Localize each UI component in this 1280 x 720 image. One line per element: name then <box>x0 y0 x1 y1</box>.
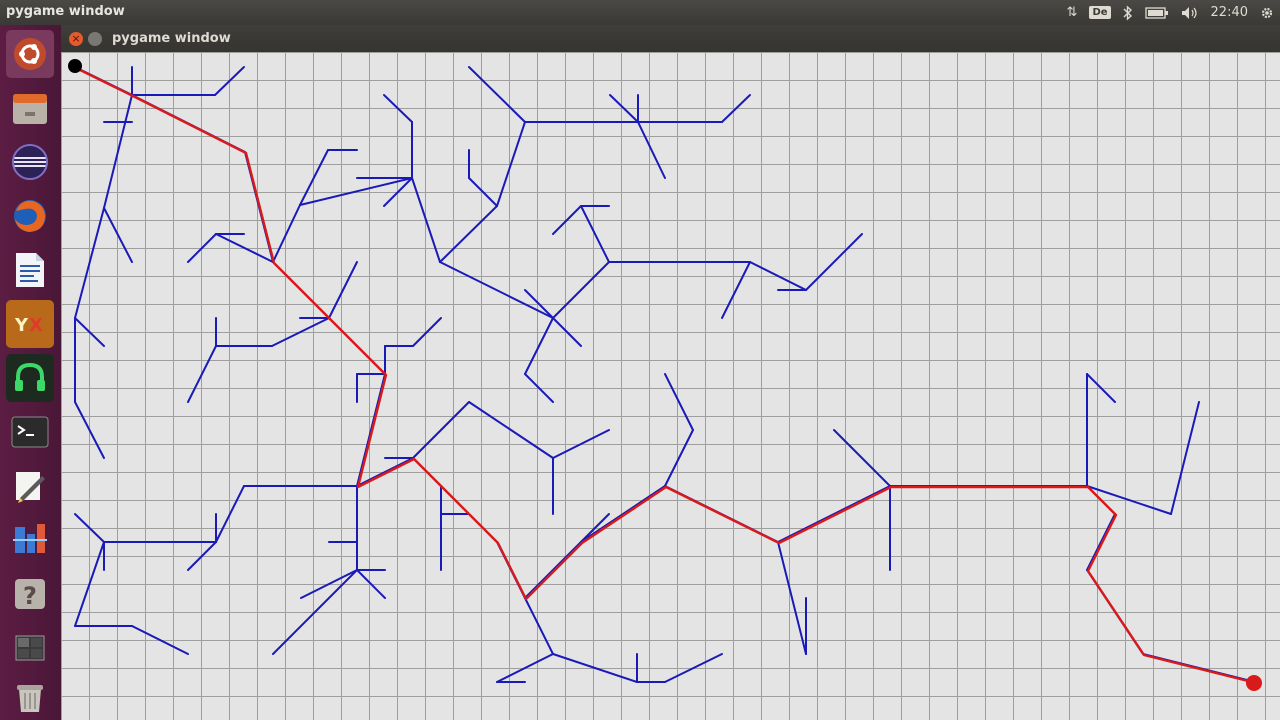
gear-icon[interactable] <box>1260 0 1274 25</box>
svg-text:Y: Y <box>14 315 29 336</box>
tree-edge <box>721 261 751 319</box>
tree-edge <box>299 177 413 206</box>
tree-edge <box>272 204 301 263</box>
tree-edge <box>439 205 498 263</box>
yx-app-icon[interactable]: YX <box>6 300 54 348</box>
headphones-app-icon[interactable] <box>6 354 54 402</box>
tree-edge <box>580 205 610 263</box>
firefox-icon[interactable] <box>6 192 54 240</box>
network-arrows-icon[interactable]: ⇅ <box>1067 0 1078 25</box>
system-tray: ⇅ De 22:40 <box>1061 0 1280 25</box>
tree-edge <box>439 261 554 319</box>
tree-edge <box>1170 401 1200 515</box>
eclipse-icon[interactable] <box>6 138 54 186</box>
libreoffice-writer-icon[interactable] <box>6 246 54 294</box>
window-title: pygame window <box>112 31 231 46</box>
active-app-title: pygame window <box>6 4 125 19</box>
clock[interactable]: 22:40 <box>1211 0 1248 25</box>
svg-text:X: X <box>29 315 43 336</box>
text-editor-icon[interactable] <box>6 462 54 510</box>
ubuntu-dash-icon[interactable] <box>6 30 54 78</box>
search-tree <box>74 66 1256 683</box>
tree-edge <box>468 66 526 123</box>
close-icon[interactable]: × <box>69 32 83 46</box>
window-titlebar: × pygame window <box>61 25 1280 52</box>
svg-text:?: ? <box>23 582 37 610</box>
trash-icon[interactable] <box>6 672 54 720</box>
launcher: YX ? <box>0 25 62 720</box>
tree-edge <box>328 261 358 319</box>
tree-edge <box>664 429 694 487</box>
keyboard-layout-label: De <box>1089 6 1111 19</box>
system-monitor-icon[interactable] <box>6 516 54 564</box>
tree-edge <box>833 429 891 487</box>
battery-icon[interactable] <box>1144 0 1169 25</box>
rrt-plot <box>61 52 1280 720</box>
tree-edge <box>356 373 386 487</box>
tree-edge <box>412 401 470 459</box>
terminal-icon[interactable] <box>6 408 54 456</box>
help-icon[interactable]: ? <box>6 570 54 618</box>
minimize-icon[interactable] <box>88 32 102 46</box>
pygame-canvas[interactable] <box>61 52 1280 720</box>
keyboard-layout-indicator[interactable]: De <box>1089 0 1111 25</box>
tree-edge <box>637 121 666 179</box>
tree-edge <box>664 373 694 431</box>
tree-edge <box>524 317 554 375</box>
tree-edge <box>552 261 610 319</box>
files-icon[interactable] <box>6 84 54 132</box>
volume-icon[interactable] <box>1181 0 1199 25</box>
tree-edge <box>524 597 554 655</box>
bluetooth-icon[interactable] <box>1123 0 1133 25</box>
top-panel: pygame window ⇅ De 22:40 <box>0 0 1280 25</box>
tree-edge <box>805 233 863 291</box>
workspace-switcher-icon[interactable] <box>6 624 54 672</box>
tree-edge <box>777 541 807 655</box>
tree-edge <box>1086 513 1116 571</box>
start-node <box>68 59 82 73</box>
goal-node <box>1246 675 1262 691</box>
